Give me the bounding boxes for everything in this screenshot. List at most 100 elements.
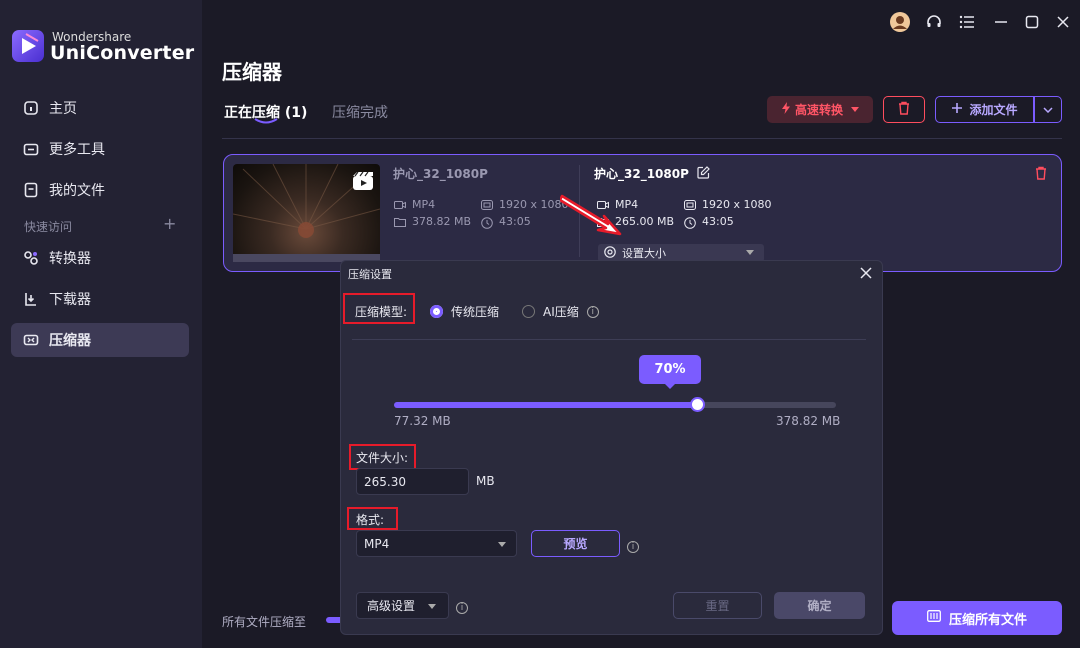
chevron-down-icon xyxy=(428,604,436,609)
resolution-icon xyxy=(684,199,696,210)
format-value: MP4 xyxy=(364,536,390,551)
advanced-settings-dropdown[interactable]: 高级设置 xyxy=(356,592,449,619)
source-file-name: 护心_32_1080P xyxy=(393,167,488,181)
resolution-icon xyxy=(481,199,493,210)
set-size-label: 设置大小 xyxy=(622,247,666,260)
mode-option-ai[interactable]: AI压缩 i xyxy=(522,303,599,320)
delete-all-button[interactable] xyxy=(883,96,925,123)
add-file-button[interactable]: 添加文件 xyxy=(935,96,1034,123)
source-duration: 43:05 xyxy=(481,215,531,229)
sidebar-item-downloader[interactable]: 下载器 xyxy=(11,282,189,316)
sidebar-item-label: 主页 xyxy=(49,101,77,117)
compressor-icon xyxy=(22,331,40,349)
remove-file-button[interactable] xyxy=(1034,166,1048,184)
maximize-icon[interactable] xyxy=(1022,12,1042,32)
compress-all-to-label: 所有文件压缩至 xyxy=(222,615,307,629)
percent-tooltip: 70% xyxy=(639,355,701,384)
reset-button[interactable]: 重置 xyxy=(673,592,762,619)
output-duration: 43:05 xyxy=(684,215,734,229)
tab-active-indicator xyxy=(254,118,278,124)
dialog-divider xyxy=(352,339,866,340)
converter-icon xyxy=(22,249,40,267)
video-icon xyxy=(394,200,406,210)
output-resolution: 1920 x 1080 xyxy=(684,198,772,211)
trash-icon xyxy=(1034,166,1048,184)
minimize-icon[interactable] xyxy=(991,12,1011,32)
slider-max-label: 378.82 MB xyxy=(776,414,841,428)
sidebar-item-home[interactable]: 主页 xyxy=(11,91,189,125)
sidebar-item-label: 转换器 xyxy=(49,251,91,267)
trash-icon xyxy=(897,101,911,119)
lightning-icon xyxy=(781,102,791,117)
file-icon xyxy=(22,181,40,199)
sidebar-item-label: 更多工具 xyxy=(49,142,105,158)
download-icon xyxy=(22,290,40,308)
add-file-label: 添加文件 xyxy=(969,103,1018,117)
source-resolution: 1920 x 1080 xyxy=(481,198,569,211)
file-size-input[interactable] xyxy=(356,468,469,495)
info-icon[interactable]: i xyxy=(586,305,599,318)
sidebar-item-label: 下载器 xyxy=(49,292,91,308)
confirm-button[interactable]: 确定 xyxy=(774,592,865,619)
video-clapper-icon xyxy=(353,171,373,190)
file-size-unit: MB xyxy=(476,474,495,488)
info-icon[interactable]: i xyxy=(456,599,468,614)
sidebar-item-more-tools[interactable]: 更多工具 xyxy=(11,132,189,166)
edit-icon[interactable] xyxy=(697,165,710,182)
source-size: 378.82 MB xyxy=(394,215,471,228)
headset-icon[interactable] xyxy=(924,12,944,32)
output-file-name: 护心_32_1080P xyxy=(594,167,689,181)
radio-selected-icon xyxy=(430,305,443,318)
tab-completed[interactable]: 压缩完成 xyxy=(332,102,388,122)
sidebar-item-compressor[interactable]: 压缩器 xyxy=(11,323,189,357)
plus-icon xyxy=(951,102,963,117)
header-divider xyxy=(222,138,1062,139)
fast-convert-label: 高速转换 xyxy=(794,103,843,117)
close-window-icon[interactable] xyxy=(1053,12,1073,32)
compress-icon xyxy=(927,610,941,626)
chevron-down-icon xyxy=(851,107,859,112)
mode-option-traditional[interactable]: 传统压缩 xyxy=(430,303,499,320)
add-file-dropdown-button[interactable] xyxy=(1034,96,1062,123)
settings-icon xyxy=(604,245,616,261)
file-size-label: 文件大小: xyxy=(356,451,409,465)
compression-mode-label: 压缩模型: xyxy=(355,305,408,319)
annotation-arrow-icon xyxy=(560,194,622,236)
sidebar-item-label: 压缩器 xyxy=(49,333,91,349)
compression-slider-handle[interactable] xyxy=(690,397,705,412)
output-file-name-row: 护心_32_1080P xyxy=(594,165,710,182)
source-format: MP4 xyxy=(394,198,435,211)
slider-min-label: 77.32 MB xyxy=(394,414,451,428)
folder-icon xyxy=(394,217,406,227)
format-select[interactable]: MP4 xyxy=(356,530,517,557)
sidebar-item-label: 我的文件 xyxy=(49,183,105,199)
fast-convert-button[interactable]: 高速转换 xyxy=(767,96,873,123)
chevron-down-icon xyxy=(1043,102,1053,117)
clock-icon xyxy=(684,216,696,229)
toolbox-icon xyxy=(22,140,40,158)
percent-tooltip-tail xyxy=(664,383,676,389)
info-icon[interactable]: i xyxy=(627,538,639,553)
page-title: 压缩器 xyxy=(222,60,282,84)
preview-button[interactable]: 预览 xyxy=(531,530,620,557)
menu-icon[interactable] xyxy=(957,12,977,32)
app-logo-icon xyxy=(12,30,44,62)
user-avatar-icon[interactable] xyxy=(890,12,910,32)
quick-access-label: 快速访问 xyxy=(24,220,73,234)
home-icon xyxy=(22,99,40,117)
sidebar-item-my-files[interactable]: 我的文件 xyxy=(11,173,189,207)
compress-all-button[interactable]: 压缩所有文件 xyxy=(892,601,1062,635)
sidebar-item-converter[interactable]: 转换器 xyxy=(11,241,189,275)
brand-name: UniConverter xyxy=(50,42,195,64)
compression-settings-dialog xyxy=(340,260,883,635)
clock-icon xyxy=(481,216,493,229)
chevron-down-icon xyxy=(498,542,506,547)
format-label: 格式: xyxy=(356,513,385,527)
quick-access-add-button[interactable]: + xyxy=(163,214,176,233)
compression-slider-fill xyxy=(394,402,697,408)
close-icon[interactable] xyxy=(857,266,875,284)
dialog-title: 压缩设置 xyxy=(348,268,392,281)
chevron-down-icon xyxy=(746,250,754,255)
advanced-settings-label: 高级设置 xyxy=(367,599,416,613)
radio-unselected-icon xyxy=(522,305,535,318)
